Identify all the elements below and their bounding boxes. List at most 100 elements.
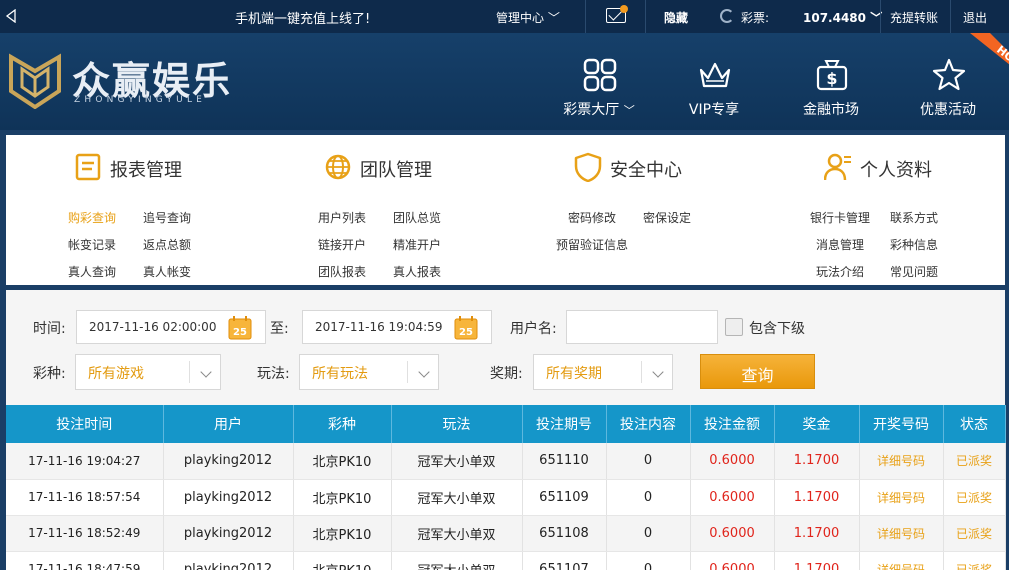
divider <box>950 0 951 33</box>
bet-time-cell: 17-11-16 18:52:49 <box>6 515 164 552</box>
nav-label: VIP专享 <box>688 102 740 118</box>
logout-link[interactable]: 退出 <box>963 9 987 26</box>
hide-balance-button[interactable]: 隐藏 <box>664 9 688 26</box>
announcement-text[interactable]: 手机端一键充值上线了! <box>235 8 370 27</box>
globe-icon <box>325 154 351 180</box>
svg-text:$: $ <box>826 69 837 88</box>
period-select-value: 所有奖期 <box>546 366 602 382</box>
column-header: 投注金额 <box>690 405 775 443</box>
hot-badge: HOT <box>970 33 1009 70</box>
time-label: 时间: <box>33 321 66 337</box>
table-row[interactable]: 17-11-16 18:47:59playking2012北京PK10冠军大小单… <box>6 551 1006 570</box>
play-select-value: 所有玩法 <box>312 366 368 382</box>
recharge-transfer-link[interactable]: 充提转账 <box>890 9 938 26</box>
menu-link-team-overview[interactable]: 团队总览 <box>393 209 441 226</box>
admin-center-menu[interactable]: 管理中心 ﹀ <box>496 9 560 26</box>
refresh-icon[interactable] <box>720 9 734 23</box>
calendar-icon[interactable]: 25 <box>228 316 252 340</box>
menu-link-security-question[interactable]: 密保设定 <box>643 209 691 226</box>
play-cell: 冠军大小单双 <box>391 479 523 516</box>
include-subordinates-label: 包含下级 <box>749 321 805 337</box>
game-cell: 北京PK10 <box>293 551 392 570</box>
nav-vip[interactable]: VIP专享 <box>659 33 769 130</box>
menu-link-faq[interactable]: 常见问题 <box>890 263 938 280</box>
menu-link-bank-card[interactable]: 银行卡管理 <box>810 209 870 226</box>
column-header: 奖金 <box>774 405 860 443</box>
table-row[interactable]: 17-11-16 18:52:49 playking2012 北京PK10 冠军大小单… <box>6 515 1006 552</box>
draw-number-link[interactable]: 详细号码 <box>859 479 944 516</box>
game-cell: 北京PK10 <box>293 479 392 516</box>
period-cell: 651108 <box>522 515 607 552</box>
status-cell: 已派奖 <box>943 515 1006 552</box>
menu-link-play-guide[interactable]: 玩法介绍 <box>816 263 864 280</box>
menu-link-change-password[interactable]: 密码修改 <box>568 209 616 226</box>
menu-link-link-account[interactable]: 链接开户 <box>318 236 366 253</box>
menu-link-game-info[interactable]: 彩种信息 <box>890 236 938 253</box>
game-cell: 北京PK10 <box>293 443 392 480</box>
table-row[interactable]: 17-11-16 18:57:54 playking2012 北京PK10 冠军大小单… <box>6 479 1006 516</box>
column-header: 投注时间 <box>6 405 164 443</box>
user-cell: playking2012 <box>163 551 294 570</box>
column-header: 状态 <box>943 405 1006 443</box>
profile-title: 个人资料 <box>860 160 932 181</box>
query-button[interactable]: 查询 <box>700 354 815 389</box>
menu-link-messages[interactable]: 消息管理 <box>816 236 864 253</box>
balance-menu[interactable]: 107.4480 ﹀ <box>803 9 882 26</box>
menu-link-contact[interactable]: 联系方式 <box>890 209 938 226</box>
menu-link-chase-query[interactable]: 追号查询 <box>143 209 191 226</box>
prize-cell: 1.1700 <box>774 551 860 570</box>
username-input[interactable] <box>566 310 718 344</box>
security-title: 安全中心 <box>610 160 682 181</box>
period-cell: 651109 <box>522 479 607 516</box>
menu-link-precise-account[interactable]: 精准开户 <box>393 236 441 253</box>
play-cell: 冠军大小单双 <box>391 443 523 480</box>
play-select[interactable]: 所有玩法 <box>299 354 439 390</box>
calendar-icon[interactable]: 25 <box>454 316 478 340</box>
game-select[interactable]: 所有游戏 <box>75 354 221 390</box>
menu-link-team-report[interactable]: 团队报表 <box>318 263 366 280</box>
menu-link-live-query[interactable]: 真人查询 <box>68 263 116 280</box>
menu-link-rebate-total[interactable]: 返点总额 <box>143 236 191 253</box>
menu-link-user-list[interactable]: 用户列表 <box>318 209 366 226</box>
menu-link-live-report[interactable]: 真人报表 <box>393 263 441 280</box>
include-subordinates-checkbox[interactable] <box>725 318 743 336</box>
period-select[interactable]: 所有奖期 <box>533 354 673 390</box>
nav-label: 优惠活动 <box>920 102 976 118</box>
nav-lottery-hall[interactable]: 彩票大厅 ﹀ <box>544 33 654 130</box>
menu-link-bet-query[interactable]: 购彩查询 <box>68 209 116 226</box>
menu-link-verification-info[interactable]: 预留验证信息 <box>556 236 628 253</box>
period-label: 奖期: <box>490 366 523 382</box>
status-cell: 已派奖 <box>943 551 1006 570</box>
amount-cell: 0.6000 <box>690 479 775 516</box>
report-icon <box>75 153 101 181</box>
divider <box>645 0 646 33</box>
prize-cell: 1.1700 <box>774 443 860 480</box>
content-cell: 0 <box>606 515 691 552</box>
nav-finance[interactable]: $ 金融市场 <box>776 33 886 130</box>
to-label: 至: <box>270 321 289 337</box>
draw-number-link[interactable]: 详细号码 <box>859 515 944 552</box>
chevron-down-icon <box>652 366 664 378</box>
column-header: 投注期号 <box>522 405 607 443</box>
logo-emblem-icon[interactable] <box>8 51 62 109</box>
calendar-day-text: 25 <box>233 327 247 338</box>
period-cell: 651107 <box>522 551 607 570</box>
column-header: 开奖号码 <box>859 405 944 443</box>
calendar-day-text: 25 <box>459 327 473 338</box>
menu-link-live-account-changes[interactable]: 真人帐变 <box>143 263 191 280</box>
back-arrow-icon[interactable] <box>5 9 17 23</box>
content-cell: 0 <box>606 443 691 480</box>
draw-number-link[interactable]: 详细号码 <box>859 551 944 570</box>
game-select-value: 所有游戏 <box>88 366 144 382</box>
table-row[interactable]: 17-11-16 19:04:27 playking2012 北京PK10 冠军大小单… <box>6 443 1006 480</box>
chevron-down-icon: ﹀ <box>623 104 635 117</box>
column-header: 玩法 <box>391 405 523 443</box>
content-cell: 0 <box>606 551 691 570</box>
amount-cell: 0.6000 <box>690 515 775 552</box>
draw-number-link[interactable]: 详细号码 <box>859 443 944 480</box>
menu-link-account-changes[interactable]: 帐变记录 <box>68 236 116 253</box>
column-header: 彩种 <box>293 405 392 443</box>
status-cell: 已派奖 <box>943 443 1006 480</box>
bet-time-cell: 17-11-16 19:04:27 <box>6 443 164 480</box>
game-label: 彩种: <box>33 366 66 382</box>
